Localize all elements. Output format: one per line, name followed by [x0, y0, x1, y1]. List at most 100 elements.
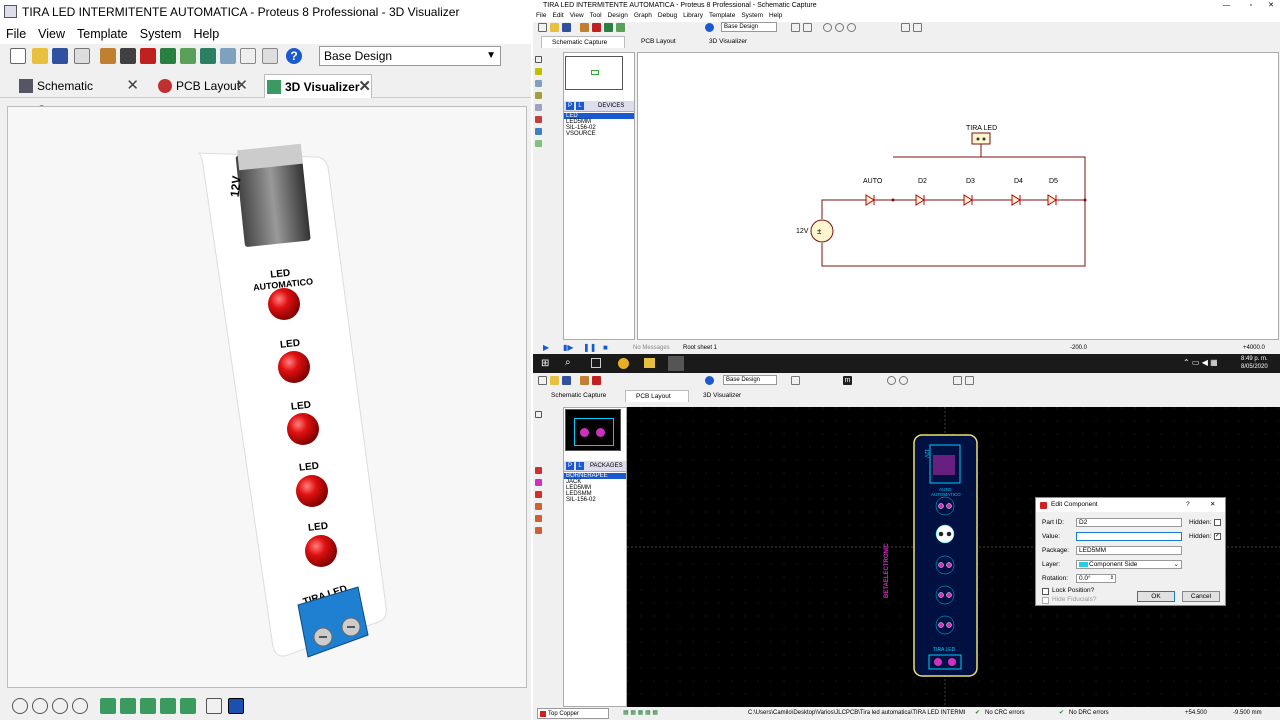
- home-icon[interactable]: [580, 23, 589, 32]
- hide-fiducials-checkbox[interactable]: [1042, 597, 1049, 604]
- design-select[interactable]: Base Design: [721, 22, 777, 32]
- menu-library[interactable]: Library: [680, 12, 706, 19]
- bom-icon[interactable]: [200, 48, 216, 64]
- gerber-icon[interactable]: [616, 23, 625, 32]
- pcb-icon[interactable]: [604, 23, 613, 32]
- zoom-in-icon[interactable]: [32, 698, 48, 714]
- view-front-icon[interactable]: [120, 698, 136, 714]
- clock[interactable]: 8:49 p. m. 8/05/2020: [1241, 355, 1268, 371]
- undo-icon[interactable]: [901, 23, 910, 32]
- menu-design[interactable]: Design: [605, 12, 631, 19]
- zoom-out-icon[interactable]: [52, 698, 68, 714]
- layer-tools-icons[interactable]: ▦ ▦ ▦ ▦ ▦: [623, 707, 658, 720]
- new-file-icon[interactable]: [538, 376, 547, 385]
- design-select[interactable]: Base Design ▼: [319, 46, 501, 66]
- rotate-icon[interactable]: [72, 698, 88, 714]
- close-icon[interactable]: ✕: [126, 74, 139, 98]
- save-icon[interactable]: [562, 376, 571, 385]
- notes-icon[interactable]: [240, 48, 256, 64]
- menu-system[interactable]: System: [134, 24, 188, 44]
- tab-pcb-layout[interactable]: PCB Layout: [631, 36, 691, 48]
- pick-devices-button[interactable]: P: [566, 102, 574, 110]
- ok-button[interactable]: OK: [1137, 591, 1175, 602]
- tab-schematic-capture[interactable]: Schematic Capture: [541, 390, 621, 402]
- close-icon[interactable]: ✕: [235, 74, 248, 98]
- close-icon[interactable]: ✕: [1268, 0, 1274, 12]
- search-icon[interactable]: ⌕: [565, 357, 571, 368]
- dialog-help-button[interactable]: ?: [1186, 498, 1190, 512]
- design-select[interactable]: Base Design: [723, 375, 777, 385]
- view-back-icon[interactable]: [160, 698, 176, 714]
- menu-tool[interactable]: Tool: [587, 12, 605, 19]
- view-top-icon[interactable]: [100, 698, 116, 714]
- menu-debug[interactable]: Debug: [655, 12, 680, 19]
- new-file-icon[interactable]: [538, 23, 547, 32]
- track-icon[interactable]: [535, 503, 542, 510]
- explorer-icon[interactable]: [644, 358, 655, 368]
- zone-icon[interactable]: [535, 515, 542, 522]
- menu-template[interactable]: Template: [706, 12, 738, 19]
- zoom-all-icon[interactable]: [847, 23, 856, 32]
- minimize-icon[interactable]: —: [1223, 0, 1230, 12]
- library-button[interactable]: L: [576, 462, 584, 470]
- undo-icon[interactable]: [953, 376, 962, 385]
- spinner-icon[interactable]: ⇕: [1110, 574, 1114, 582]
- chip-icon[interactable]: [140, 48, 156, 64]
- component-mode-icon[interactable]: [535, 68, 542, 75]
- layer-dropdown[interactable]: Component Side ⌄: [1076, 560, 1182, 569]
- package-field[interactable]: LED5MM: [1076, 546, 1182, 555]
- library-button[interactable]: L: [576, 102, 584, 110]
- smt-pad-icon[interactable]: [535, 491, 542, 498]
- select-icon[interactable]: [535, 56, 542, 63]
- height-icon[interactable]: [228, 698, 244, 714]
- metric-icon[interactable]: m: [843, 376, 852, 385]
- crc-status[interactable]: No CRC errors: [985, 707, 1025, 720]
- tab-3d-visualizer[interactable]: 3D Visualizer: [699, 36, 761, 48]
- maximize-icon[interactable]: ▫: [1250, 0, 1252, 12]
- pin-icon[interactable]: [535, 140, 542, 147]
- select-icon[interactable]: [535, 411, 542, 418]
- gerber-icon[interactable]: [180, 48, 196, 64]
- home-icon[interactable]: [580, 376, 589, 385]
- view-right-icon[interactable]: [180, 698, 196, 714]
- tab-pcb-layout[interactable]: PCB Layout ✕: [156, 74, 248, 98]
- menu-file[interactable]: File: [533, 12, 549, 19]
- tab-schematic-capture[interactable]: Schematic Capture: [541, 36, 625, 48]
- text-icon[interactable]: [535, 104, 542, 111]
- help-icon[interactable]: ?: [286, 48, 302, 64]
- menu-help[interactable]: Help: [187, 24, 225, 44]
- menu-edit[interactable]: Edit: [549, 12, 566, 19]
- menu-system[interactable]: System: [738, 12, 766, 19]
- stop-icon[interactable]: ■: [603, 342, 608, 354]
- menu-template[interactable]: Template: [71, 24, 134, 44]
- pad-icon[interactable]: [535, 467, 542, 474]
- proteus-taskbar-icon[interactable]: [668, 356, 684, 371]
- view-left-icon[interactable]: [140, 698, 156, 714]
- menu-graph[interactable]: Graph: [631, 12, 655, 19]
- refresh-icon[interactable]: [791, 23, 800, 32]
- value-hidden-checkbox[interactable]: ✓: [1214, 533, 1221, 540]
- menu-help[interactable]: Help: [766, 12, 785, 19]
- tab-schematic-capture[interactable]: Schematic Capture✕: [17, 74, 139, 117]
- open-folder-icon[interactable]: [550, 376, 559, 385]
- tab-3d-visualizer[interactable]: 3D Visualizer: [693, 390, 757, 402]
- open-folder-icon[interactable]: [550, 23, 559, 32]
- grid-icon[interactable]: [803, 23, 812, 32]
- redo-icon[interactable]: [965, 376, 974, 385]
- zoom-in-icon[interactable]: [823, 23, 832, 32]
- list-item[interactable]: VSOURCE: [564, 131, 634, 137]
- zoom-out-icon[interactable]: [835, 23, 844, 32]
- component-icon[interactable]: [120, 48, 136, 64]
- overview-window[interactable]: [565, 56, 623, 90]
- menu-file[interactable]: File: [0, 24, 32, 44]
- junction-icon[interactable]: [535, 80, 542, 87]
- help-icon[interactable]: [705, 376, 714, 385]
- pan-icon[interactable]: [12, 698, 28, 714]
- pause-icon[interactable]: ❚❚: [583, 342, 596, 354]
- system-tray-icons[interactable]: ⌃ ▭ ◀ ▦: [1183, 358, 1218, 367]
- list-item[interactable]: SIL-156-02: [564, 497, 626, 503]
- refresh-icon[interactable]: [791, 376, 800, 385]
- pcb-icon[interactable]: [160, 48, 176, 64]
- 3d-viewport[interactable]: 12V LED AUTOMATICO LED LED LED LED TIRA …: [7, 106, 527, 688]
- design-explorer-icon[interactable]: [220, 48, 236, 64]
